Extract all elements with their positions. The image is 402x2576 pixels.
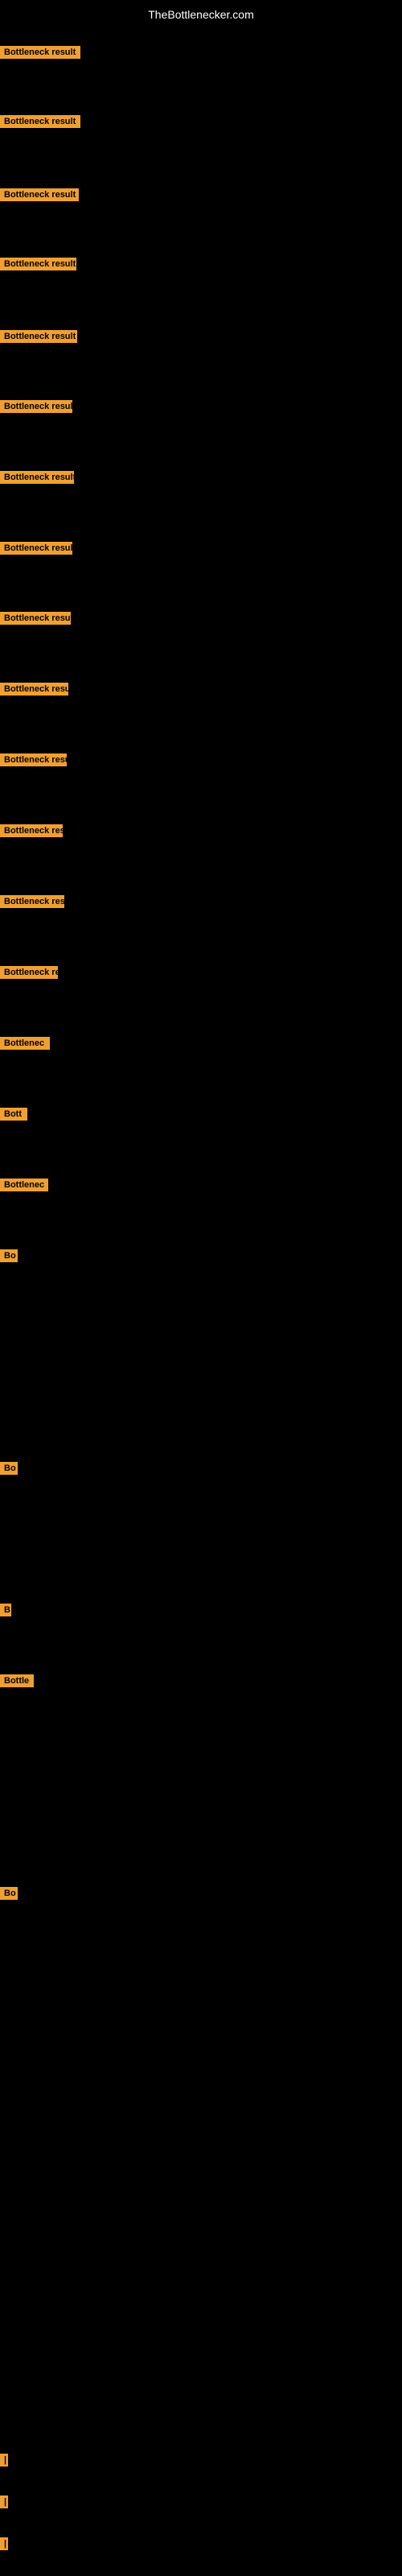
bottleneck-badge-10: Bottleneck resu bbox=[0, 683, 68, 696]
site-title: TheBottlenecker.com bbox=[0, 4, 402, 25]
bottleneck-badge-2: Bottleneck result bbox=[0, 115, 80, 128]
bottleneck-badge-24: Bottle bbox=[0, 1674, 34, 1687]
bottleneck-badge-37: | bbox=[0, 2537, 8, 2550]
bottleneck-badge-3: Bottleneck result bbox=[0, 188, 79, 201]
bottleneck-badge-15: Bottlenec bbox=[0, 1037, 50, 1050]
bottleneck-badge-23: B bbox=[0, 1604, 11, 1616]
bottleneck-badge-14: Bottleneck re bbox=[0, 966, 58, 979]
bottleneck-badge-7: Bottleneck result bbox=[0, 471, 74, 484]
bottleneck-badge-5: Bottleneck result bbox=[0, 330, 77, 343]
bottleneck-badge-13: Bottleneck resu bbox=[0, 895, 64, 908]
bottleneck-badge-36: | bbox=[0, 2496, 8, 2508]
bottleneck-badge-1: Bottleneck result bbox=[0, 46, 80, 59]
bottleneck-badge-35: | bbox=[0, 2454, 8, 2467]
bottleneck-badge-6: Bottleneck resul bbox=[0, 400, 72, 413]
bottleneck-badge-18: Bo bbox=[0, 1249, 18, 1262]
bottleneck-badge-8: Bottleneck result bbox=[0, 542, 72, 555]
bottleneck-badge-4: Bottleneck result bbox=[0, 258, 76, 270]
bottleneck-badge-9: Bottleneck resul bbox=[0, 612, 71, 625]
bottleneck-badge-12: Bottleneck res bbox=[0, 824, 63, 837]
bottleneck-badge-11: Bottleneck resu bbox=[0, 753, 67, 766]
bottleneck-badge-27: Bo bbox=[0, 1887, 18, 1900]
bottleneck-badge-16: Bott bbox=[0, 1108, 27, 1121]
bottleneck-badge-17: Bottlenec bbox=[0, 1179, 48, 1191]
bottleneck-badge-21: Bo bbox=[0, 1462, 18, 1475]
